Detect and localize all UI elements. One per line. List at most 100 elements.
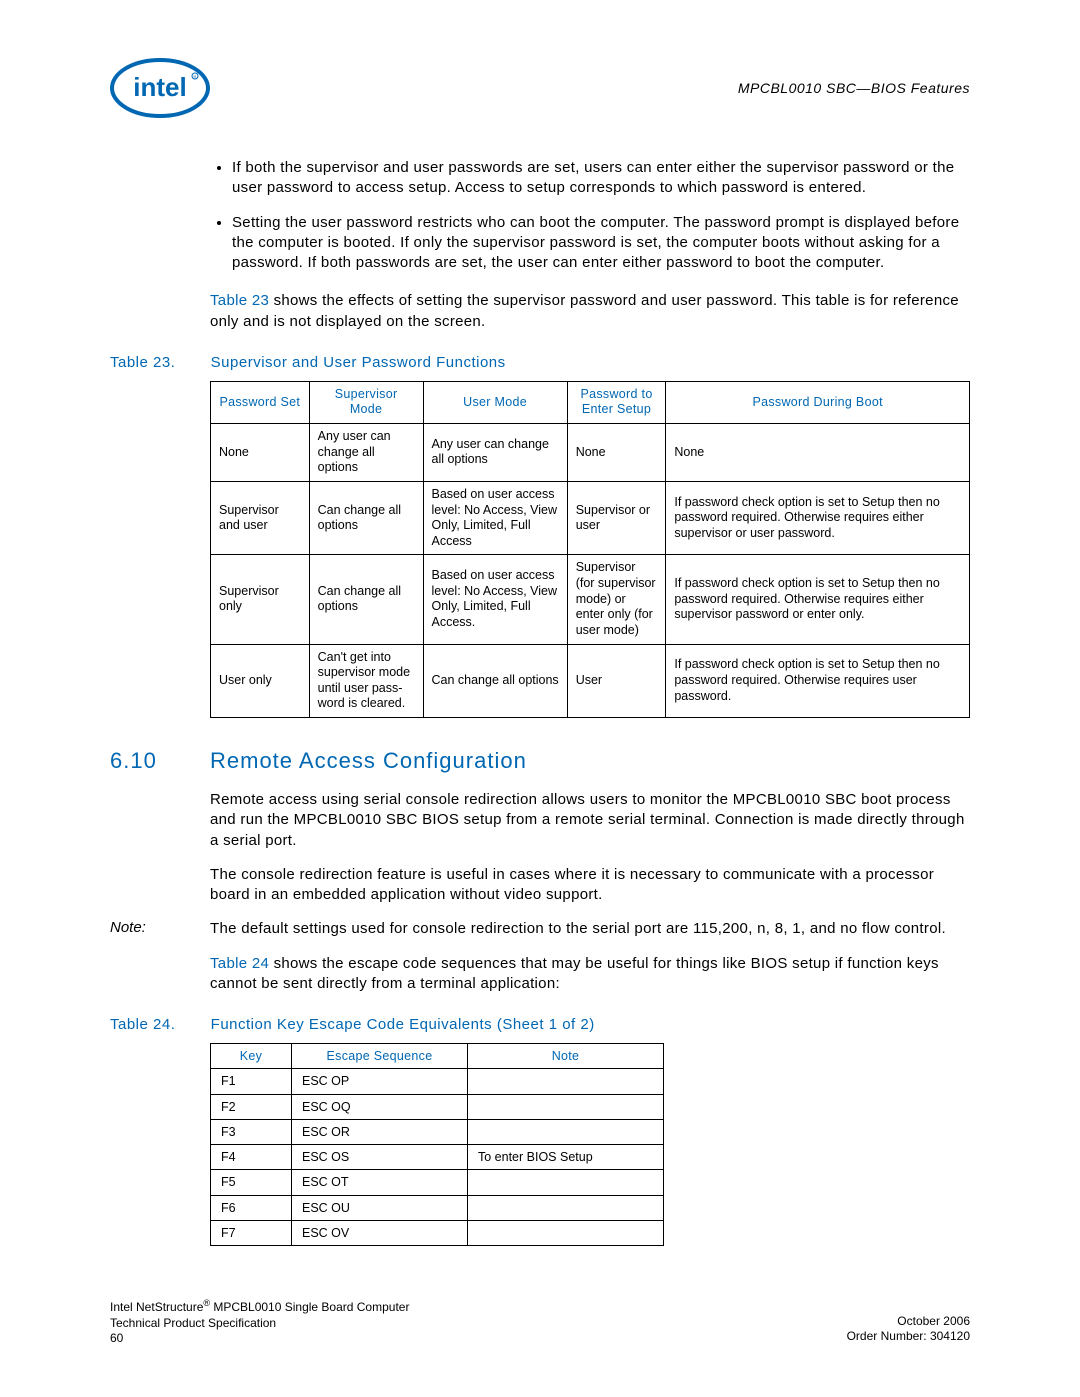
cell: Supervisor only [211,555,310,644]
table24-ref-link[interactable]: Table 24 [210,955,269,972]
cell: ESC OQ [292,1094,468,1119]
bullet-1: If both the supervisor and user password… [232,158,970,199]
footer-order-number: Order Number: 304120 [847,1329,970,1343]
cell: Supervisor and user [211,481,310,555]
table24-header-row: Key Escape Sequence Note [211,1044,664,1069]
remote-para-2: The console redirection feature is usefu… [210,865,970,906]
table-row: Supervisor and user Can change all optio… [211,481,970,555]
footer-doc-type: Technical Product Specification [110,1316,276,1330]
cell: Any user can change all options [423,424,567,482]
page-header: intel R MPCBL0010 SBC—BIOS Features [110,58,970,118]
cell: ESC OV [292,1220,468,1245]
cell: Supervisor (for supervisor mode) or ente… [567,555,666,644]
cell: F2 [211,1094,292,1119]
t23-h2: User Mode [423,381,567,423]
t24-h2: Note [468,1044,664,1069]
table24: Key Escape Sequence Note F1ESC OP F2ESC … [210,1043,664,1246]
page-number: 60 [110,1331,123,1345]
cell: F4 [211,1145,292,1170]
header-right-text: MPCBL0010 SBC—BIOS Features [738,80,970,96]
cell: F7 [211,1220,292,1245]
note-text: The default settings used for console re… [210,919,970,939]
content-block-2: Remote access using serial console redir… [210,790,970,905]
cell: If password check option is set to Setup… [666,555,970,644]
section-number: 6.10 [110,748,210,774]
cell [468,1094,664,1119]
note-label: Note: [110,919,210,939]
table23-header-row: Password Set Supervisor Mode User Mode P… [211,381,970,423]
cell: Can change all options [309,481,423,555]
cell: None [666,424,970,482]
cell: None [567,424,666,482]
section-6-10-header: 6.10 Remote Access Configuration [110,748,970,774]
cell: To enter BIOS Setup [468,1145,664,1170]
cell: F6 [211,1195,292,1220]
table23-label: Table 23. [110,354,206,371]
cell [468,1069,664,1094]
cell: ESC OS [292,1145,468,1170]
footer-date: October 2006 [897,1314,970,1328]
cell: Based on user access level: No Access, V… [423,555,567,644]
cell: If password check option is set to Setup… [666,481,970,555]
cell: ESC OP [292,1069,468,1094]
t23-h4: Password During Boot [666,381,970,423]
cell: Can't get into supervisor mode until use… [309,644,423,718]
footer-left: Intel NetStructure® MPCBL0010 Single Boa… [110,1298,409,1347]
table24-title: Function Key Escape Code Equivalents (Sh… [211,1016,595,1033]
escape-para-text: shows the escape code sequences that may… [210,955,939,992]
footer-product: Intel NetStructure [110,1300,203,1314]
svg-text:intel: intel [133,72,186,102]
table-row: None Any user can change all options Any… [211,424,970,482]
page: intel R MPCBL0010 SBC—BIOS Features If b… [0,0,1080,1397]
table24-label: Table 24. [110,1016,206,1033]
cell: ESC OU [292,1195,468,1220]
cell: ESC OR [292,1119,468,1144]
cell: User [567,644,666,718]
cell: F1 [211,1069,292,1094]
escape-para: Table 24 shows the escape code sequences… [210,954,970,995]
table-row: F5ESC OT [211,1170,664,1195]
table23-caption: Table 23. Supervisor and User Password F… [110,354,970,371]
t24-h1: Escape Sequence [292,1044,468,1069]
page-footer: Intel NetStructure® MPCBL0010 Single Boa… [110,1298,970,1347]
cell: Supervisor or user [567,481,666,555]
cell: Any user can change all options [309,424,423,482]
cell: Based on user access level: No Access, V… [423,481,567,555]
cell [468,1220,664,1245]
cell: F5 [211,1170,292,1195]
table23-title: Supervisor and User Password Functions [211,354,506,371]
note-row: Note: The default settings used for cons… [110,919,970,939]
password-bullets: If both the supervisor and user password… [210,158,970,273]
footer-product-suffix: MPCBL0010 Single Board Computer [210,1300,409,1314]
remote-para-1: Remote access using serial console redir… [210,790,970,851]
content-block-3: Table 24 shows the escape code sequences… [210,954,970,995]
cell: User only [211,644,310,718]
cell [468,1195,664,1220]
footer-right: October 2006 Order Number: 304120 [847,1298,970,1347]
cell [468,1119,664,1144]
t23-h3: Password to Enter Setup [567,381,666,423]
table23: Password Set Supervisor Mode User Mode P… [210,381,970,718]
table24-caption: Table 24. Function Key Escape Code Equiv… [110,1016,970,1033]
table-row: F2ESC OQ [211,1094,664,1119]
bullet-2: Setting the user password restricts who … [232,213,970,274]
cell: Can change all options [423,644,567,718]
table-row: User only Can't get into supervisor mode… [211,644,970,718]
intro-para: Table 23 shows the effects of setting th… [210,291,970,332]
intel-logo: intel R [110,58,210,118]
svg-text:R: R [194,74,197,79]
cell: F3 [211,1119,292,1144]
table-row: Supervisor only Can change all options B… [211,555,970,644]
intro-para-text: shows the effects of setting the supervi… [210,292,959,329]
table-row: F4ESC OSTo enter BIOS Setup [211,1145,664,1170]
table-row: F6ESC OU [211,1195,664,1220]
cell: ESC OT [292,1170,468,1195]
table23-ref-link[interactable]: Table 23 [210,292,269,309]
t23-h1: Supervisor Mode [309,381,423,423]
cell: None [211,424,310,482]
table-row: F7ESC OV [211,1220,664,1245]
table-row: F1ESC OP [211,1069,664,1094]
cell: Can change all options [309,555,423,644]
t24-h0: Key [211,1044,292,1069]
content-block-1: If both the supervisor and user password… [210,158,970,332]
